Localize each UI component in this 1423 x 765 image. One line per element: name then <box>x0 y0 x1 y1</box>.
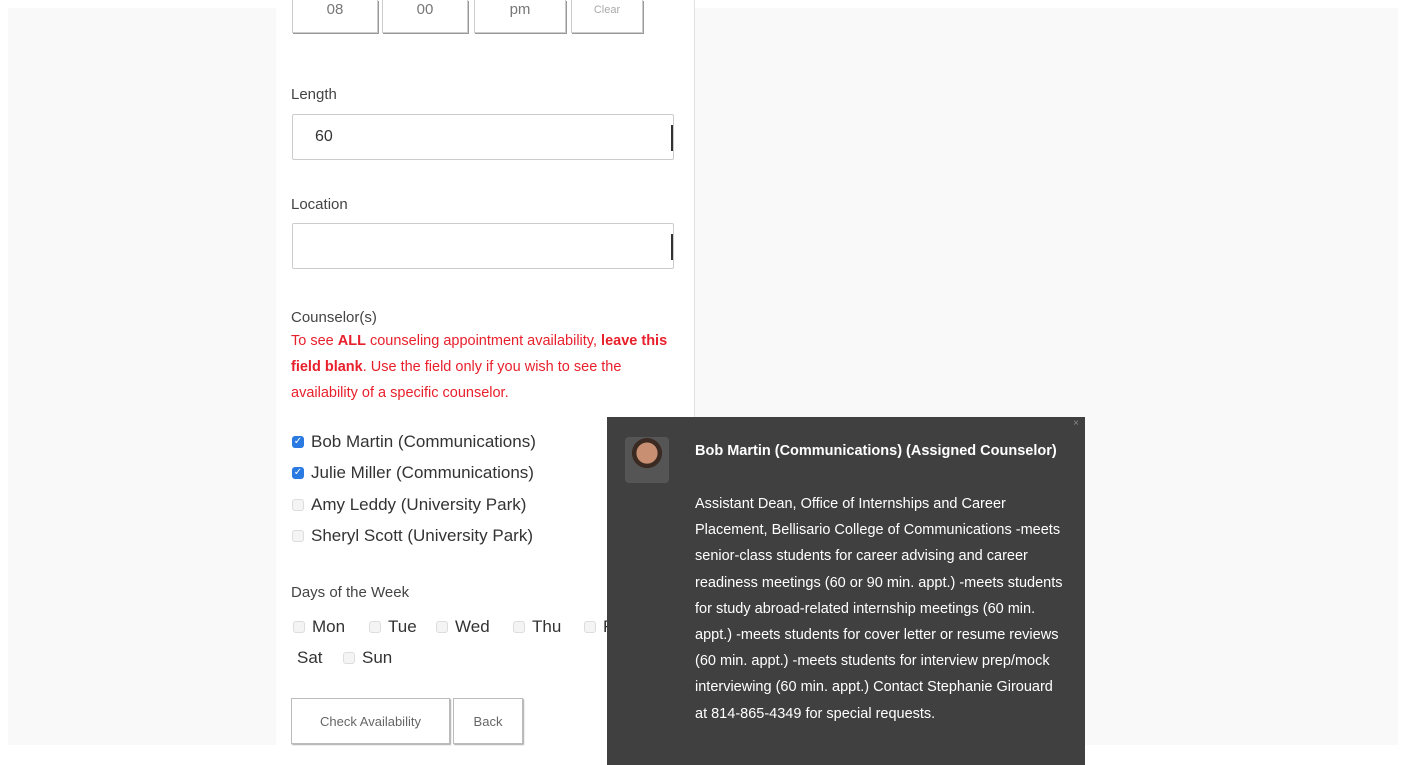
counselor-option[interactable]: ✓ Julie Miller (Communications) <box>292 461 534 485</box>
checkbox-unchecked-icon[interactable] <box>292 530 304 542</box>
day-label: Thu <box>532 617 562 636</box>
counselor-option[interactable]: ✓ Bob Martin (Communications) <box>292 430 536 454</box>
warning-bold-all: ALL <box>337 333 366 349</box>
counselors-label: Counselor(s) <box>291 309 377 326</box>
day-option-tue[interactable]: Tue <box>369 617 417 637</box>
length-label: Length <box>291 86 337 103</box>
ampm-value: pm <box>509 1 531 18</box>
hour-select[interactable]: 08 <box>292 0 378 33</box>
top-border <box>0 0 1423 8</box>
day-label: Sat <box>297 648 323 667</box>
day-option-thu[interactable]: Thu <box>513 617 561 637</box>
day-label: Wed <box>455 617 490 636</box>
checkbox-checked-icon[interactable]: ✓ <box>292 436 304 448</box>
day-label: Tue <box>388 617 417 636</box>
counselor-name: Amy Leddy (University Park) <box>311 495 527 514</box>
checkbox-checked-icon[interactable]: ✓ <box>292 467 304 479</box>
checkbox-unchecked-icon[interactable] <box>293 621 305 633</box>
checkbox-unchecked-icon[interactable] <box>343 652 355 664</box>
select-arrow-icon <box>671 234 673 260</box>
location-label: Location <box>291 196 348 213</box>
close-icon[interactable]: × <box>1073 418 1079 429</box>
checkbox-unchecked-icon[interactable] <box>436 621 448 633</box>
day-option-mon[interactable]: Mon <box>293 617 345 637</box>
checkbox-unchecked-icon[interactable] <box>584 621 596 633</box>
select-arrow-icon <box>671 125 673 151</box>
tooltip-body: Assistant Dean, Office of Internships an… <box>695 496 1063 722</box>
counselor-option[interactable]: Amy Leddy (University Park) <box>292 493 526 517</box>
day-option-wed[interactable]: Wed <box>436 617 490 637</box>
warning-prefix: To see <box>291 333 338 349</box>
day-label: Mon <box>312 617 346 636</box>
counselor-name: Bob Martin (Communications) <box>311 432 536 451</box>
checkbox-unchecked-icon[interactable] <box>292 499 304 511</box>
counselor-info-tooltip: × Bob Martin (Communications) (Assigned … <box>607 417 1085 765</box>
length-value: 60 <box>315 128 333 145</box>
right-border <box>1398 0 1423 765</box>
warning-mid: counseling appointment availability, <box>365 333 602 349</box>
counselor-avatar <box>625 437 669 483</box>
days-label: Days of the Week <box>291 584 410 601</box>
counselor-name: Sheryl Scott (University Park) <box>311 526 533 545</box>
clear-label: Clear <box>593 4 621 16</box>
check-availability-button[interactable]: Check Availability <box>291 698 450 744</box>
day-option-sat[interactable]: Sat <box>297 648 323 668</box>
ampm-select[interactable]: pm <box>474 0 566 33</box>
day-label: Sun <box>362 648 393 667</box>
minute-select[interactable]: 00 <box>382 0 468 33</box>
minute-value: 00 <box>416 1 434 18</box>
counselor-name: Julie Miller (Communications) <box>311 463 534 482</box>
length-select[interactable]: 60 <box>292 114 674 160</box>
checkbox-unchecked-icon[interactable] <box>513 621 525 633</box>
counselor-warning-text: To see ALL counseling appointment availa… <box>291 328 681 406</box>
location-select[interactable] <box>292 223 674 269</box>
left-border <box>0 0 8 765</box>
back-button[interactable]: Back <box>453 698 523 744</box>
counselor-option[interactable]: Sheryl Scott (University Park) <box>292 524 533 548</box>
hour-value: 08 <box>326 1 344 18</box>
day-option-sun[interactable]: Sun <box>343 648 392 668</box>
checkbox-unchecked-icon[interactable] <box>369 621 381 633</box>
clear-time-button[interactable]: Clear <box>571 0 643 33</box>
tooltip-title: Bob Martin (Communications) (Assigned Co… <box>695 443 1057 459</box>
